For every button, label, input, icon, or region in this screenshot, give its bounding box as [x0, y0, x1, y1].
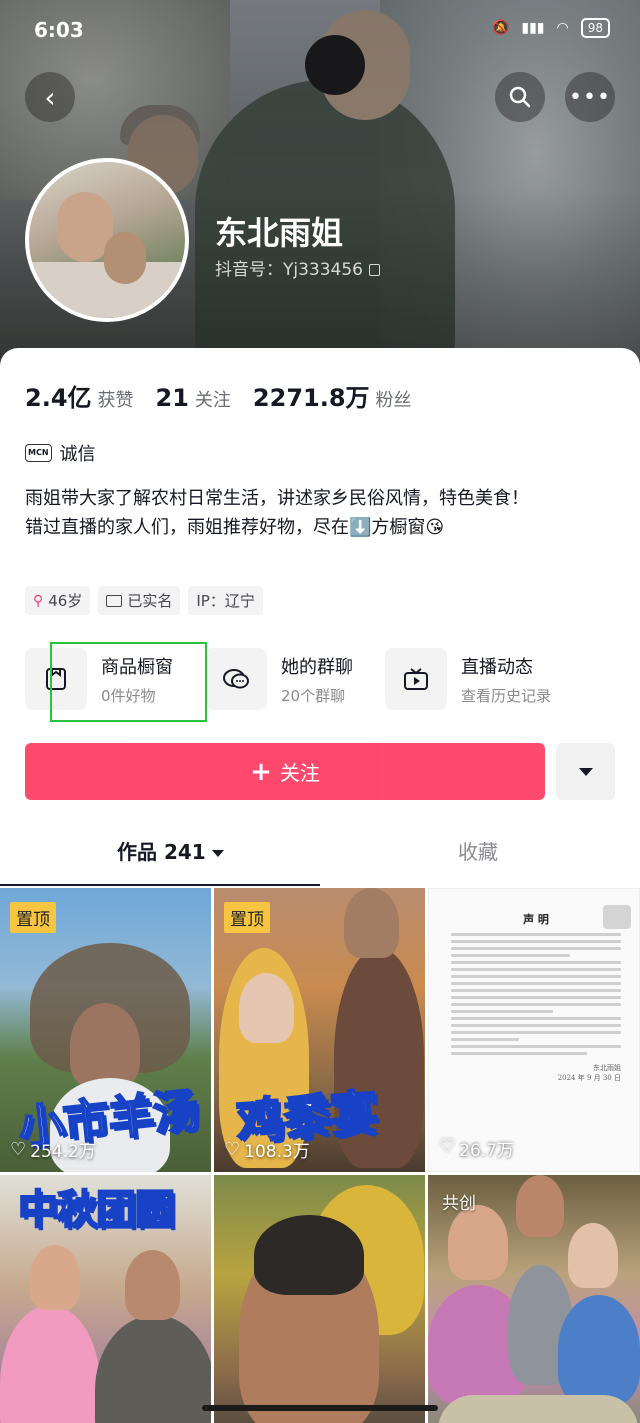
mcn-label: 诚信	[59, 444, 96, 465]
live-history-entry[interactable]: 直播动态 查看历史记录	[385, 648, 551, 710]
shop-window-entry[interactable]: 商品橱窗 0件好物	[25, 648, 173, 710]
douyin-id[interactable]: 抖音号：Yj333456	[215, 255, 381, 280]
fans-count[interactable]: 2271.8万	[253, 378, 370, 413]
search-button[interactable]	[495, 72, 545, 122]
caret-down-icon	[578, 767, 593, 776]
tag-age: ⚲ 46岁	[25, 586, 91, 615]
following-label[interactable]: 关注	[195, 386, 231, 412]
mcn-row[interactable]: MCN 诚信	[25, 440, 96, 466]
video-item[interactable]: 声 明 东北雨姐 2024 年 9 月 30 日 ♡ 26.7万	[428, 888, 640, 1172]
more-button[interactable]: •••	[565, 72, 615, 122]
follow-label: 关注	[279, 761, 320, 785]
avatar[interactable]	[25, 158, 189, 322]
chevron-left-icon: ‹	[44, 80, 56, 114]
id-card-icon	[106, 594, 123, 607]
video-item[interactable]	[214, 1175, 425, 1423]
video-item[interactable]: 共创	[428, 1175, 640, 1423]
group-chat-entry[interactable]: 她的群聊 20个群聊	[205, 648, 353, 710]
profile-bio: 雨姐带大家了解农村日常生活，讲述家乡民俗风情，特色美食！ 错过直播的家人们，雨姐…	[25, 484, 625, 542]
group-chat-icon	[223, 669, 249, 689]
tab-favorites[interactable]: 收藏	[458, 836, 498, 865]
following-count[interactable]: 21	[156, 384, 189, 412]
video-item[interactable]: 置顶 鸡黍宴 ♡ 108.3万	[214, 888, 425, 1172]
profile-name: 东北雨姐	[215, 214, 344, 252]
search-icon	[509, 86, 531, 108]
battery-icon: 98	[580, 18, 610, 38]
shop-window-icon	[46, 668, 66, 690]
heart-icon: ♡	[10, 1139, 27, 1160]
pinned-badge: 置顶	[10, 902, 56, 933]
co-create-badge: 共创	[442, 1194, 476, 1214]
video-item[interactable]: 置顶 小市羊汤 ♡ 254.2万	[0, 888, 211, 1172]
mcn-icon: MCN	[25, 444, 52, 462]
live-tv-icon	[404, 668, 428, 690]
tab-works[interactable]: 作品 241	[117, 836, 224, 865]
home-indicator[interactable]	[202, 1405, 438, 1411]
follow-button[interactable]: + 关注	[25, 743, 545, 800]
caret-down-icon	[211, 850, 224, 857]
bio-line-1: 雨姐带大家了解农村日常生活，讲述家乡民俗风情，特色美食！	[25, 488, 529, 509]
service-entries: 商品橱窗 0件好物 她的群聊 20个群聊 直播动态 查看历史记录	[25, 648, 640, 710]
heart-icon: ♡	[439, 1136, 456, 1157]
plus-icon: +	[250, 756, 272, 787]
tag-verified[interactable]: 已实名	[98, 586, 181, 615]
status-bar: 6:03 🔕 ▮▮▮ ◠ 98	[0, 0, 640, 60]
likes-count: 2.4亿	[25, 384, 92, 412]
tag-ip: IP：辽宁	[188, 586, 263, 615]
female-icon: ⚲	[33, 592, 44, 609]
video-likes: ♡ 254.2万	[10, 1139, 96, 1162]
back-button[interactable]: ‹	[25, 72, 75, 122]
video-likes: ♡ 108.3万	[224, 1139, 310, 1162]
video-cover-title: 中秋团圆	[17, 1186, 176, 1234]
wifi-icon: ◠	[556, 20, 569, 36]
mute-icon: 🔕	[491, 20, 510, 36]
profile-stats: 2.4亿 获赞 21 关注 2271.8万 粉丝	[25, 378, 434, 413]
signal-icon: ▮▮▮	[521, 20, 545, 36]
heart-icon: ♡	[224, 1139, 241, 1160]
more-options-dropdown[interactable]	[556, 743, 615, 800]
more-dots-icon: •••	[569, 84, 611, 110]
likes-label: 获赞	[97, 390, 134, 411]
pinned-badge: 置顶	[224, 902, 270, 933]
video-likes: ♡ 26.7万	[439, 1136, 514, 1161]
statement-document: 声 明 东北雨姐 2024 年 9 月 30 日	[451, 911, 621, 1083]
fans-label[interactable]: 粉丝	[376, 386, 412, 412]
bio-line-2: 错过直播的家人们，雨姐推荐好物，尽在⬇️方橱窗😘	[25, 517, 445, 538]
status-time: 6:03	[34, 18, 84, 42]
copy-icon[interactable]	[369, 264, 381, 276]
active-tab-indicator	[0, 884, 320, 886]
profile-tags: ⚲ 46岁 已实名 IP：辽宁	[25, 586, 263, 615]
video-grid: 置顶 小市羊汤 ♡ 254.2万 置顶 鸡黍宴 ♡ 108.3万 声 明 东北雨…	[0, 888, 640, 1423]
content-tabs: 作品 241 收藏	[0, 836, 640, 888]
profile-panel: 2.4亿 获赞 21 关注 2271.8万 粉丝 MCN 诚信 雨姐带大家了解农…	[0, 348, 640, 1423]
video-item[interactable]: 中秋团圆	[0, 1175, 211, 1423]
